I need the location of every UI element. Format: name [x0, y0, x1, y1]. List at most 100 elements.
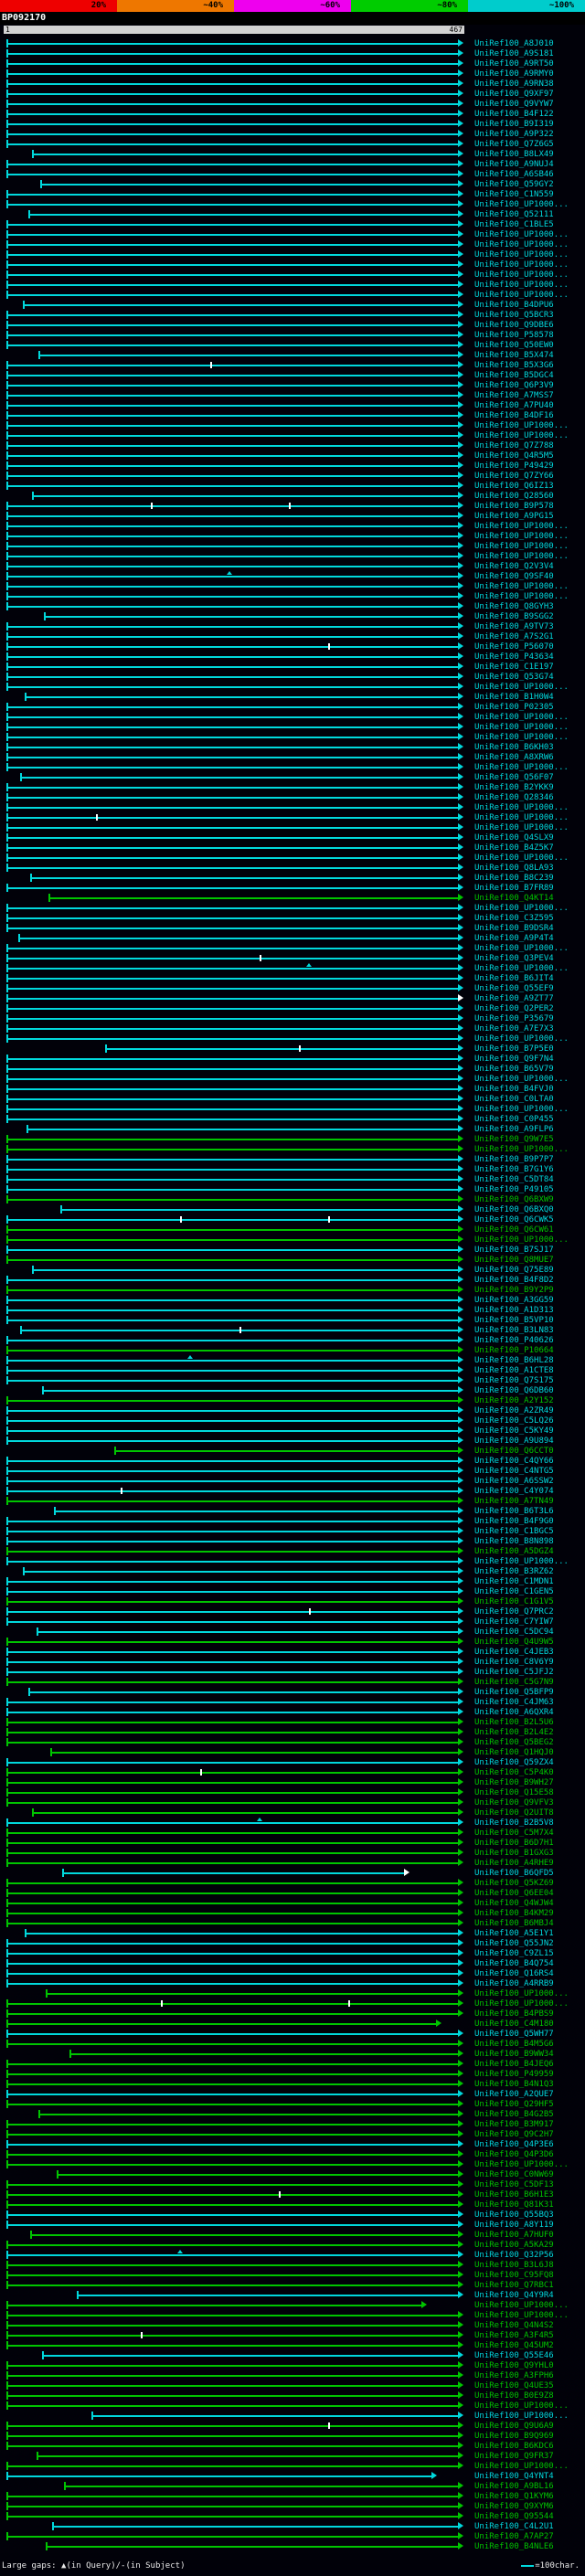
- hit-accession-label[interactable]: UniRef100_A6SSW2: [474, 1477, 554, 1486]
- alignment-bar[interactable]: [6, 194, 459, 196]
- hit-accession-label[interactable]: UniRef100_Q2PER2: [474, 1004, 554, 1013]
- hit-accession-label[interactable]: UniRef100_A3FPH6: [474, 2371, 554, 2380]
- hit-accession-label[interactable]: UniRef100_Q9XF97: [474, 90, 554, 99]
- alignment-bar[interactable]: [6, 1782, 459, 1784]
- hit-accession-label[interactable]: UniRef100_UP1000...: [474, 592, 569, 601]
- hit-accession-label[interactable]: UniRef100_C1MDN1: [474, 1577, 554, 1586]
- alignment-bar[interactable]: [6, 375, 459, 376]
- hit-accession-label[interactable]: UniRef100_A9S181: [474, 49, 554, 58]
- hit-accession-label[interactable]: UniRef100_A9RN38: [474, 80, 554, 89]
- hit-accession-label[interactable]: UniRef100_C3Z595: [474, 914, 554, 923]
- hit-accession-label[interactable]: UniRef100_Q9YHL0: [474, 2361, 554, 2370]
- alignment-bar[interactable]: [6, 887, 459, 889]
- hit-accession-label[interactable]: UniRef100_A5E1Y1: [474, 1929, 554, 1938]
- hit-accession-label[interactable]: UniRef100_A7AP27: [474, 2532, 554, 2541]
- alignment-bar[interactable]: [6, 2395, 459, 2397]
- hit-accession-label[interactable]: UniRef100_Q9F7N4: [474, 1055, 554, 1064]
- hit-accession-label[interactable]: UniRef100_Q55JN2: [474, 1939, 554, 1948]
- alignment-bar[interactable]: [6, 2124, 459, 2125]
- hit-accession-label[interactable]: UniRef100_C5JFJ2: [474, 1668, 554, 1677]
- hit-accession-label[interactable]: UniRef100_UP1000...: [474, 240, 569, 249]
- alignment-bar[interactable]: [6, 1772, 459, 1774]
- alignment-bar[interactable]: [6, 1802, 459, 1804]
- alignment-bar[interactable]: [6, 2365, 459, 2367]
- hit-accession-label[interactable]: UniRef100_B9SGG2: [474, 612, 554, 621]
- alignment-bar[interactable]: [6, 2475, 432, 2477]
- hit-accession-label[interactable]: UniRef100_P58578: [474, 331, 554, 340]
- alignment-bar[interactable]: [6, 1108, 459, 1110]
- hit-accession-label[interactable]: UniRef100_B6JIT4: [474, 974, 554, 983]
- alignment-bar[interactable]: [6, 515, 459, 517]
- alignment-bar[interactable]: [6, 686, 459, 688]
- hit-accession-label[interactable]: UniRef100_A4RHE9: [474, 1859, 554, 1868]
- alignment-bar[interactable]: [6, 948, 459, 949]
- alignment-bar[interactable]: [6, 2445, 459, 2447]
- hit-accession-label[interactable]: UniRef100_A7MSS7: [474, 391, 554, 400]
- alignment-bar[interactable]: [6, 1923, 459, 1924]
- alignment-bar[interactable]: [6, 2144, 459, 2146]
- hit-accession-label[interactable]: UniRef100_P35679: [474, 1014, 554, 1023]
- alignment-bar[interactable]: [6, 1038, 459, 1040]
- alignment-bar[interactable]: [6, 716, 459, 718]
- hit-accession-label[interactable]: UniRef100_C1N559: [474, 190, 554, 199]
- hit-accession-label[interactable]: UniRef100_B4Z5K7: [474, 843, 554, 853]
- hit-accession-label[interactable]: UniRef100_UP1000...: [474, 2311, 569, 2320]
- hit-accession-label[interactable]: UniRef100_C5G7N9: [474, 1678, 554, 1687]
- alignment-bar[interactable]: [6, 847, 459, 849]
- alignment-bar[interactable]: [6, 1983, 459, 1985]
- hit-accession-label[interactable]: UniRef100_UP1000...: [474, 1989, 569, 1998]
- alignment-bar[interactable]: [6, 566, 459, 567]
- alignment-bar[interactable]: [6, 143, 459, 145]
- hit-accession-label[interactable]: UniRef100_B4M5G6: [474, 2040, 554, 2049]
- hit-accession-label[interactable]: UniRef100_P56070: [474, 642, 554, 652]
- hit-accession-label[interactable]: UniRef100_UP1000...: [474, 582, 569, 591]
- hit-accession-label[interactable]: UniRef100_B9I319: [474, 120, 554, 129]
- alignment-bar[interactable]: [6, 345, 459, 346]
- alignment-bar[interactable]: [6, 1259, 459, 1261]
- hit-accession-label[interactable]: UniRef100_Q4N4S2: [474, 2321, 554, 2330]
- hit-accession-label[interactable]: UniRef100_Q9FR37: [474, 2452, 554, 2461]
- alignment-bar[interactable]: [6, 73, 459, 75]
- hit-accession-label[interactable]: UniRef100_C8V6Y9: [474, 1658, 554, 1667]
- hit-accession-label[interactable]: UniRef100_Q55BQ3: [474, 2210, 554, 2220]
- alignment-bar[interactable]: [27, 214, 459, 216]
- alignment-bar[interactable]: [6, 43, 459, 45]
- hit-accession-label[interactable]: UniRef100_C5P4K0: [474, 1768, 554, 1777]
- hit-accession-label[interactable]: UniRef100_UP1000...: [474, 260, 569, 270]
- hit-accession-label[interactable]: UniRef100_A1D313: [474, 1306, 554, 1315]
- alignment-bar[interactable]: [6, 465, 459, 467]
- alignment-bar[interactable]: [6, 747, 459, 748]
- alignment-bar[interactable]: [6, 103, 459, 105]
- alignment-bar[interactable]: [6, 1882, 459, 1884]
- hit-accession-label[interactable]: UniRef100_Q4WJW4: [474, 1899, 554, 1908]
- hit-accession-label[interactable]: UniRef100_UP1000...: [474, 2462, 569, 2471]
- alignment-bar[interactable]: [6, 1219, 459, 1221]
- hit-accession-label[interactable]: UniRef100_UP1000...: [474, 230, 569, 239]
- alignment-bar[interactable]: [6, 2375, 459, 2377]
- hit-accession-label[interactable]: UniRef100_UP1000...: [474, 431, 569, 440]
- hit-accession-label[interactable]: UniRef100_UP1000...: [474, 421, 569, 430]
- hit-accession-label[interactable]: UniRef100_A9ZT77: [474, 994, 554, 1003]
- alignment-bar[interactable]: [6, 525, 459, 527]
- hit-accession-label[interactable]: UniRef100_C4NTG5: [474, 1467, 554, 1476]
- alignment-bar[interactable]: [6, 2305, 423, 2306]
- alignment-bar[interactable]: [6, 2506, 459, 2507]
- alignment-bar[interactable]: [6, 596, 459, 598]
- alignment-bar[interactable]: [6, 2315, 459, 2316]
- alignment-bar[interactable]: [76, 2295, 459, 2296]
- alignment-bar[interactable]: [6, 385, 459, 387]
- hit-accession-label[interactable]: UniRef100_B3M917: [474, 2120, 554, 2129]
- hit-accession-label[interactable]: UniRef100_B7FR89: [474, 884, 554, 893]
- hit-accession-label[interactable]: UniRef100_UP1000...: [474, 1999, 569, 2009]
- alignment-bar[interactable]: [6, 2254, 459, 2256]
- hit-accession-label[interactable]: UniRef100_Q55E46: [474, 2351, 554, 2360]
- alignment-bar[interactable]: [6, 2465, 459, 2467]
- hit-accession-label[interactable]: UniRef100_C1GEN5: [474, 1587, 554, 1596]
- hit-accession-label[interactable]: UniRef100_Q7RBC1: [474, 2281, 554, 2290]
- hit-accession-label[interactable]: UniRef100_C0P455: [474, 1115, 554, 1124]
- alignment-bar[interactable]: [6, 1862, 459, 1864]
- alignment-bar[interactable]: [22, 304, 459, 306]
- alignment-bar[interactable]: [6, 1370, 459, 1372]
- alignment-bar[interactable]: [6, 1460, 459, 1462]
- hit-accession-label[interactable]: UniRef100_B4FVJ0: [474, 1085, 554, 1094]
